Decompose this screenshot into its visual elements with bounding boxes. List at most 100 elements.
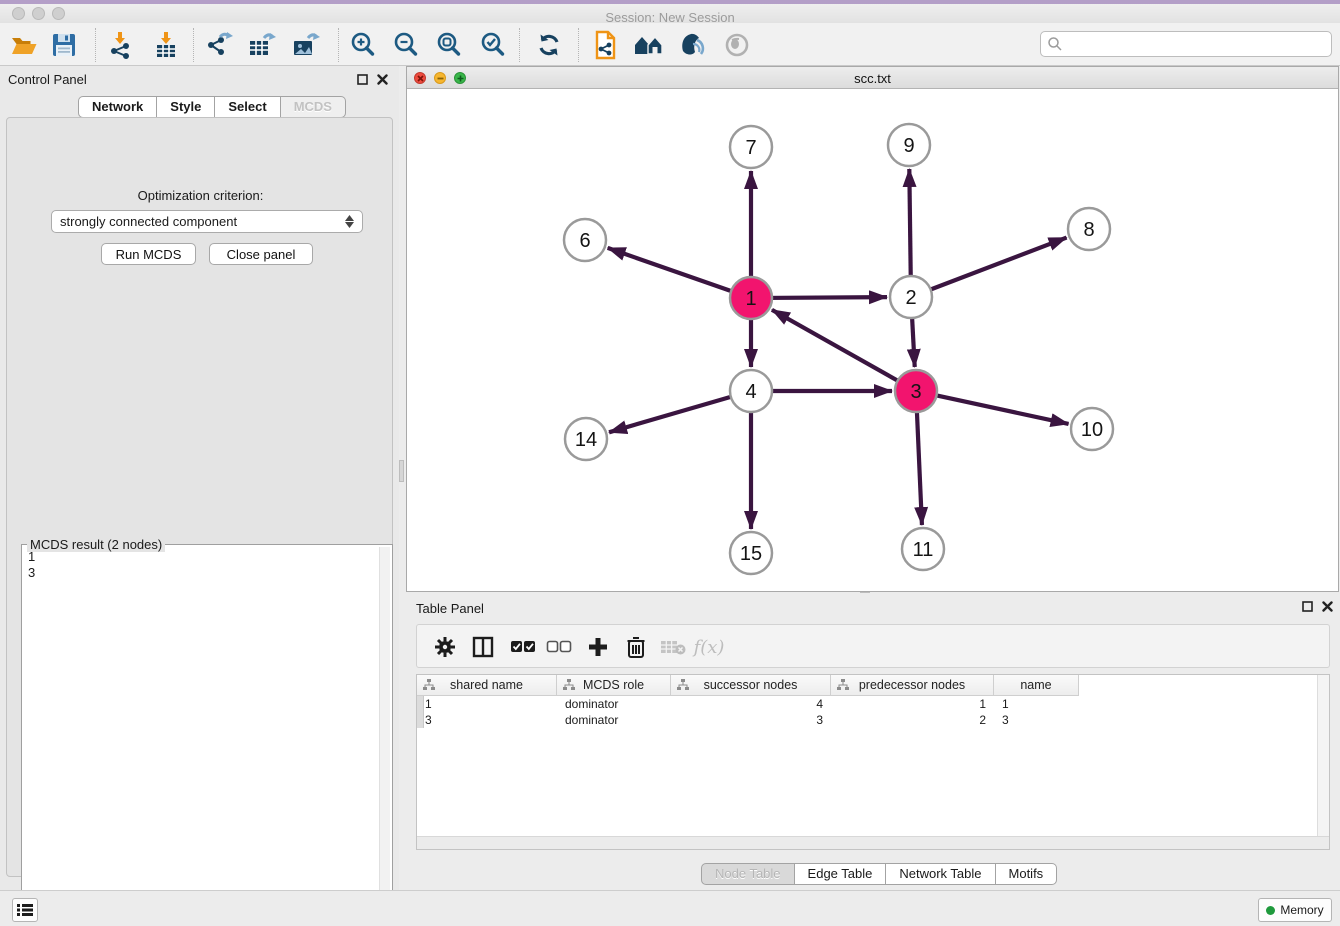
zoom-out-button[interactable]: [388, 28, 424, 62]
column-header-name[interactable]: name: [994, 675, 1079, 695]
column-header-successor-nodes[interactable]: successor nodes: [671, 675, 831, 695]
edge-2-3[interactable]: [912, 311, 915, 367]
column-label: successor nodes: [704, 678, 798, 692]
table-panel: Table Panel: [406, 595, 1340, 890]
import-network-button[interactable]: [102, 28, 138, 62]
export-table-icon: [247, 31, 277, 59]
table-vertical-scrollbar[interactable]: [1317, 675, 1329, 849]
table-horizontal-scrollbar[interactable]: [417, 836, 1329, 849]
close-icon: [1322, 601, 1333, 612]
edge-2-9[interactable]: [909, 169, 911, 283]
new-network-from-selection-button[interactable]: [587, 28, 623, 62]
birdseye-view-button[interactable]: [719, 28, 755, 62]
tab-style[interactable]: Style: [157, 96, 215, 118]
table-row[interactable]: 1dominator411: [417, 696, 1329, 712]
node-7[interactable]: 7: [730, 126, 772, 168]
close-panel-button-inner[interactable]: Close panel: [209, 243, 313, 265]
memory-button[interactable]: Memory: [1258, 898, 1332, 922]
node-label: 15: [740, 543, 762, 565]
network-window-title: scc.txt: [407, 71, 1338, 86]
toolbar-separator: [338, 28, 339, 62]
table-row[interactable]: 3dominator323: [417, 712, 1329, 728]
table-cell: 1: [831, 697, 994, 711]
tab-motifs[interactable]: Motifs: [996, 863, 1058, 885]
zoom-selected-button[interactable]: [475, 28, 511, 62]
select-all-button[interactable]: [507, 632, 539, 662]
optimization-criterion-select[interactable]: strongly connected component: [51, 210, 363, 233]
node-3[interactable]: 3: [895, 370, 937, 412]
add-column-button[interactable]: [582, 632, 614, 662]
node-11[interactable]: 11: [902, 528, 944, 570]
paint-eye-icon: [677, 32, 707, 58]
mcds-result-text[interactable]: 1 3: [24, 549, 378, 922]
node-4[interactable]: 4: [730, 370, 772, 412]
export-image-button[interactable]: [288, 28, 324, 62]
show-graphics-details-button[interactable]: [674, 28, 710, 62]
open-file-button[interactable]: [6, 28, 42, 62]
node-label: 8: [1083, 219, 1094, 241]
tab-edge-table[interactable]: Edge Table: [795, 863, 887, 885]
float-table-panel-button[interactable]: [1300, 599, 1314, 613]
export-network-button[interactable]: [201, 28, 237, 62]
node-14[interactable]: 14: [565, 418, 607, 460]
tab-network[interactable]: Network: [78, 96, 157, 118]
column-header-mcds-role[interactable]: MCDS role: [557, 675, 671, 695]
result-scrollbar[interactable]: [379, 547, 390, 922]
export-network-icon: [204, 31, 234, 59]
eye-icon: [724, 32, 750, 58]
column-header-predecessor-nodes[interactable]: predecessor nodes: [831, 675, 994, 695]
edges-layer: [608, 169, 1069, 529]
column-header-shared-name[interactable]: shared name: [417, 675, 557, 695]
delete-column-button[interactable]: [620, 632, 652, 662]
refresh-layout-icon: [536, 32, 562, 58]
edge-4-14[interactable]: [609, 395, 738, 432]
close-table-panel-button[interactable]: [1320, 599, 1334, 613]
network-graph-canvas[interactable]: 7 9 6 8 1 2 4 3 14 10 15 11: [407, 89, 1338, 592]
vertical-splitter-handle[interactable]: [399, 460, 404, 482]
zoom-fit-button[interactable]: [431, 28, 467, 62]
mcds-tab-content: Optimization criterion: strongly connect…: [6, 117, 393, 877]
import-table-button[interactable]: [148, 28, 184, 62]
zoom-in-button[interactable]: [345, 28, 381, 62]
node-15[interactable]: 15: [730, 532, 772, 574]
tab-mcds[interactable]: MCDS: [281, 96, 346, 118]
edge-3-1[interactable]: [772, 310, 904, 384]
tab-node-table[interactable]: Node Table: [701, 863, 795, 885]
edge-3-10[interactable]: [930, 394, 1069, 424]
search-icon: [1047, 36, 1063, 52]
node-label: 9: [903, 135, 914, 157]
deselect-all-button[interactable]: [543, 632, 575, 662]
console-button[interactable]: [12, 898, 38, 922]
first-neighbors-button[interactable]: [631, 28, 667, 62]
split-view-button[interactable]: [467, 632, 499, 662]
delete-table-button[interactable]: [657, 632, 689, 662]
run-mcds-button[interactable]: Run MCDS: [101, 243, 196, 265]
search-field[interactable]: [1040, 31, 1332, 57]
node-label: 2: [905, 287, 916, 309]
edge-3-11[interactable]: [917, 405, 922, 525]
edge-1-2[interactable]: [765, 297, 887, 298]
node-6[interactable]: 6: [564, 219, 606, 261]
close-panel-button[interactable]: [375, 72, 389, 86]
node-8[interactable]: 8: [1068, 208, 1110, 250]
export-table-button[interactable]: [244, 28, 280, 62]
function-builder-button[interactable]: f(x): [693, 632, 725, 662]
node-9[interactable]: 9: [888, 124, 930, 166]
toolbar-separator: [578, 28, 579, 62]
search-input[interactable]: [1063, 34, 1331, 54]
column-settings-button[interactable]: [429, 632, 461, 662]
float-panel-button[interactable]: [355, 72, 369, 86]
edge-1-6[interactable]: [608, 248, 738, 293]
network-window-titlebar[interactable]: scc.txt: [407, 67, 1338, 89]
tab-select[interactable]: Select: [215, 96, 280, 118]
node-2[interactable]: 2: [890, 276, 932, 318]
node-10[interactable]: 10: [1071, 408, 1113, 450]
row-selection-gutter: [417, 696, 424, 728]
attribute-icon: [563, 679, 575, 691]
node-1[interactable]: 1: [730, 277, 772, 319]
save-session-button[interactable]: [46, 28, 82, 62]
table-panel-title: Table Panel: [416, 601, 484, 616]
tab-network-table[interactable]: Network Table: [886, 863, 995, 885]
edge-2-8[interactable]: [924, 238, 1067, 292]
apply-layout-button[interactable]: [531, 28, 567, 62]
